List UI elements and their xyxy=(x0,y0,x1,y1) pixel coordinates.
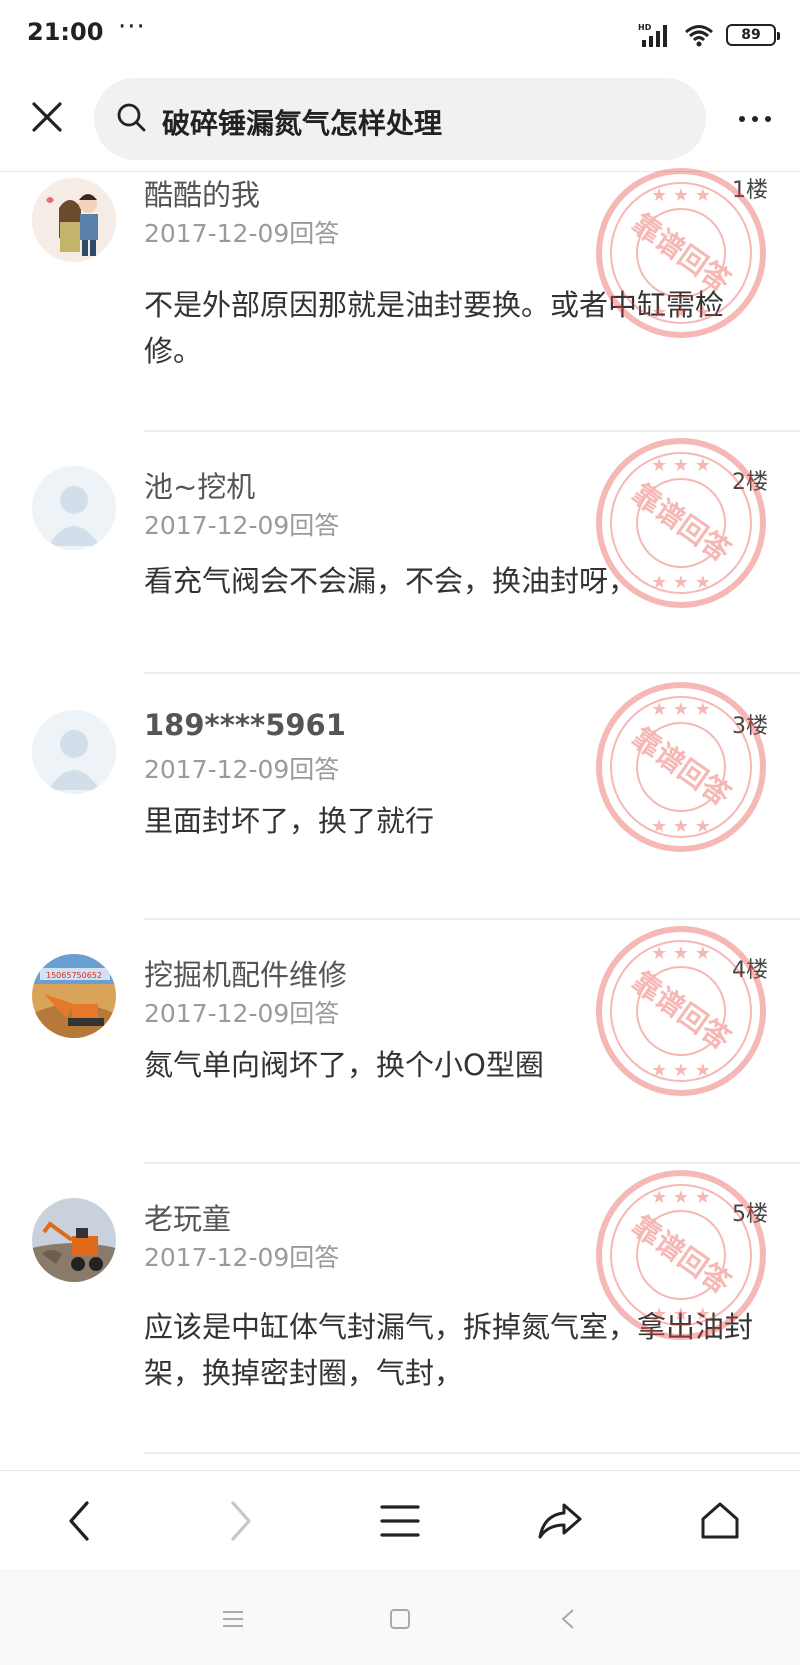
avatar[interactable] xyxy=(32,710,116,794)
answer-username[interactable]: 189****5961 xyxy=(144,708,346,742)
svg-text:★ ★ ★: ★ ★ ★ xyxy=(651,455,711,476)
browser-toolbar xyxy=(0,1470,800,1570)
answer-item: 酷酷的我 2017-12-09回答 1楼 不是外部原因那就是油封要换。或者中缸需… xyxy=(0,168,800,432)
answer-username[interactable]: 池~挖机 xyxy=(144,464,255,506)
back-button[interactable] xyxy=(52,1493,108,1549)
avatar-image: 15065750652 xyxy=(32,954,116,1038)
answer-date: 2017-12-09回答 xyxy=(144,511,340,540)
avatar[interactable]: 15065750652 xyxy=(32,954,116,1038)
search-query: 破碎锤漏氮气怎样处理 xyxy=(162,107,443,140)
reliable-answer-stamp-icon: ★ ★ ★ ★ ★ ★ 靠谱回答 xyxy=(596,438,766,608)
answer-item: 189****5961 2017-12-09回答 3楼 里面封坏了，换了就行 ★… xyxy=(0,682,800,920)
answer-date: 2017-12-09回答 xyxy=(144,999,340,1028)
svg-text:HD: HD xyxy=(638,23,652,32)
battery-icon: 89 xyxy=(726,24,780,46)
system-nav-bar xyxy=(0,1570,800,1665)
signal-icon: HD xyxy=(638,23,667,47)
share-icon xyxy=(538,1503,582,1539)
svg-text:★ ★ ★: ★ ★ ★ xyxy=(651,302,711,323)
status-time: 21:00 xyxy=(27,18,104,46)
more-dot xyxy=(752,116,758,122)
stamp-text: 靠谱回答 xyxy=(626,965,737,1057)
answer-date: 2017-12-09回答 xyxy=(144,755,340,784)
svg-text:★ ★ ★: ★ ★ ★ xyxy=(651,572,711,593)
search-input[interactable]: 破碎锤漏氮气怎样处理 xyxy=(94,78,706,160)
home-button[interactable] xyxy=(692,1493,748,1549)
default-avatar-icon xyxy=(32,710,116,794)
chevron-left-icon xyxy=(69,1501,89,1541)
more-dot xyxy=(765,116,771,122)
menu-icon xyxy=(380,1505,420,1537)
status-bar: 21:00 ··· HD 89 xyxy=(0,0,800,68)
menu-button[interactable] xyxy=(372,1493,428,1549)
divider xyxy=(144,1162,800,1164)
avatar-image xyxy=(32,178,116,262)
search-icon xyxy=(117,103,146,132)
svg-text:★ ★ ★: ★ ★ ★ xyxy=(651,1304,711,1325)
svg-text:★ ★ ★: ★ ★ ★ xyxy=(651,185,711,206)
more-button[interactable] xyxy=(730,94,780,144)
reliable-answer-stamp-icon: ★ ★ ★ ★ ★ ★ 靠谱回答 xyxy=(596,1170,766,1340)
svg-text:★ ★ ★: ★ ★ ★ xyxy=(651,943,711,964)
stamp-text: 靠谱回答 xyxy=(626,477,737,569)
divider xyxy=(144,672,800,674)
status-icons: HD 89 xyxy=(638,20,780,50)
answer-date: 2017-12-09回答 xyxy=(144,219,340,248)
answer-username[interactable]: 挖掘机配件维修 xyxy=(144,952,347,994)
svg-text:★ ★ ★: ★ ★ ★ xyxy=(651,699,711,720)
close-icon xyxy=(32,102,62,132)
divider xyxy=(144,918,800,920)
top-bar: 破碎锤漏氮气怎样处理 xyxy=(0,68,800,172)
reliable-answer-stamp-icon: ★ ★ ★ ★ ★ ★ 靠谱回答 xyxy=(596,168,766,338)
avatar[interactable] xyxy=(32,466,116,550)
chevron-right-icon xyxy=(231,1501,251,1541)
reliable-answer-stamp-icon: ★ ★ ★ ★ ★ ★ 靠谱回答 xyxy=(596,682,766,852)
more-dot xyxy=(739,116,745,122)
svg-text:★ ★ ★: ★ ★ ★ xyxy=(651,1060,711,1081)
wifi-icon xyxy=(685,25,713,47)
stamp-text: 靠谱回答 xyxy=(626,1209,737,1301)
back-triangle-icon xyxy=(561,1609,574,1629)
home-icon xyxy=(701,1502,739,1539)
reliable-answer-stamp-icon: ★ ★ ★ ★ ★ ★ 靠谱回答 xyxy=(596,926,766,1096)
notification-dots: ··· xyxy=(118,12,146,42)
avatar[interactable] xyxy=(32,1198,116,1282)
answer-item: 15065750652 挖掘机配件维修 2017-12-09回答 4楼 氮气单向… xyxy=(0,926,800,1164)
avatar-phone-text: 15065750652 xyxy=(46,971,102,980)
svg-text:★ ★ ★: ★ ★ ★ xyxy=(651,1187,711,1208)
divider xyxy=(144,430,800,432)
answer-date: 2017-12-09回答 xyxy=(144,1243,340,1272)
default-avatar-icon xyxy=(32,466,116,550)
answer-username[interactable]: 酷酷的我 xyxy=(144,172,260,214)
forward-button[interactable] xyxy=(212,1493,268,1549)
avatar-image xyxy=(32,1198,116,1282)
divider xyxy=(144,1452,800,1454)
share-button[interactable] xyxy=(532,1493,588,1549)
battery-level: 89 xyxy=(741,27,761,43)
svg-text:★ ★ ★: ★ ★ ★ xyxy=(651,816,711,837)
recent-apps-icon xyxy=(223,1611,243,1627)
close-button[interactable] xyxy=(22,92,72,142)
avatar[interactable] xyxy=(32,178,116,262)
stamp-text: 靠谱回答 xyxy=(626,207,737,299)
system-home-button[interactable] xyxy=(380,1599,420,1639)
answer-item: 老玩童 2017-12-09回答 5楼 应该是中缸体气封漏气，拆掉氮气室，拿出油… xyxy=(0,1170,800,1456)
answer-item: 池~挖机 2017-12-09回答 2楼 看充气阀会不会漏，不会，换油封呀， ★… xyxy=(0,438,800,674)
system-back-button[interactable] xyxy=(548,1599,588,1639)
square-icon xyxy=(390,1609,410,1629)
answer-username[interactable]: 老玩童 xyxy=(144,1196,231,1238)
stamp-text: 靠谱回答 xyxy=(626,721,737,813)
recent-apps-button[interactable] xyxy=(213,1599,253,1639)
